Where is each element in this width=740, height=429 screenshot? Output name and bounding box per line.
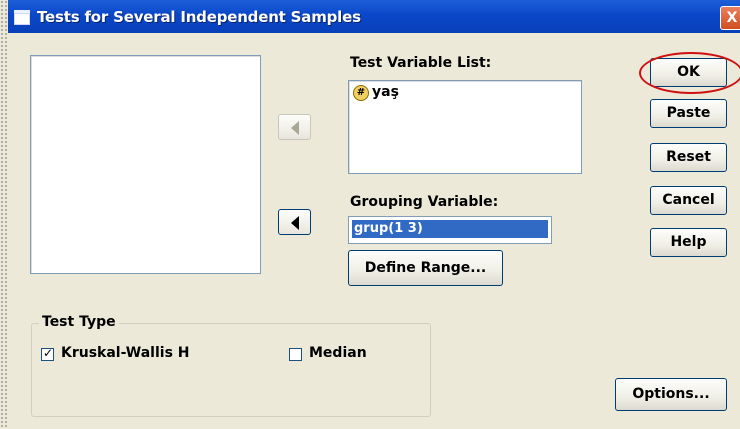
kruskal-wallis-checkbox[interactable]: ✓ — [41, 346, 54, 361]
close-button[interactable]: X — [720, 6, 740, 30]
test-variable-list-label: Test Variable List: — [350, 55, 492, 71]
test-type-group — [31, 323, 431, 417]
title-bar[interactable]: Tests for Several Independent Samples X — [8, 0, 740, 33]
reset-button[interactable]: Reset — [650, 143, 727, 172]
variable-name: yaş — [372, 84, 399, 100]
test-type-legend: Test Type — [39, 314, 119, 330]
help-button[interactable]: Help — [650, 228, 727, 257]
grouping-variable-value: grup(1 3) — [352, 220, 548, 238]
left-arrow-icon — [291, 216, 299, 230]
move-grouping-variable-button[interactable] — [278, 209, 311, 235]
dialog-window: Tests for Several Independent Samples X … — [8, 0, 740, 429]
cancel-button[interactable]: Cancel — [650, 186, 727, 215]
grouping-variable-field[interactable]: grup(1 3) — [348, 216, 552, 244]
source-variable-list[interactable] — [30, 55, 261, 274]
median-checkbox[interactable] — [289, 348, 302, 361]
test-variable-listbox[interactable]: # yaş — [348, 80, 582, 174]
median-label: Median — [309, 345, 367, 361]
median-option[interactable]: Median — [289, 345, 399, 365]
ok-button[interactable]: OK — [650, 58, 727, 87]
kruskal-wallis-label: Kruskal-Wallis H — [61, 345, 190, 361]
define-range-button[interactable]: Define Range... — [348, 250, 503, 286]
window-title: Tests for Several Independent Samples — [37, 8, 361, 26]
checkmark-icon: ✓ — [43, 346, 54, 360]
left-arrow-icon — [291, 121, 299, 135]
paste-button[interactable]: Paste — [650, 99, 727, 128]
grouping-variable-label: Grouping Variable: — [350, 194, 499, 210]
move-test-variable-button[interactable] — [278, 114, 311, 140]
scale-variable-icon: # — [353, 85, 369, 101]
kruskal-wallis-option[interactable]: ✓ Kruskal-Wallis H — [41, 345, 241, 365]
window-icon — [14, 10, 30, 25]
options-button[interactable]: Options... — [615, 378, 727, 411]
